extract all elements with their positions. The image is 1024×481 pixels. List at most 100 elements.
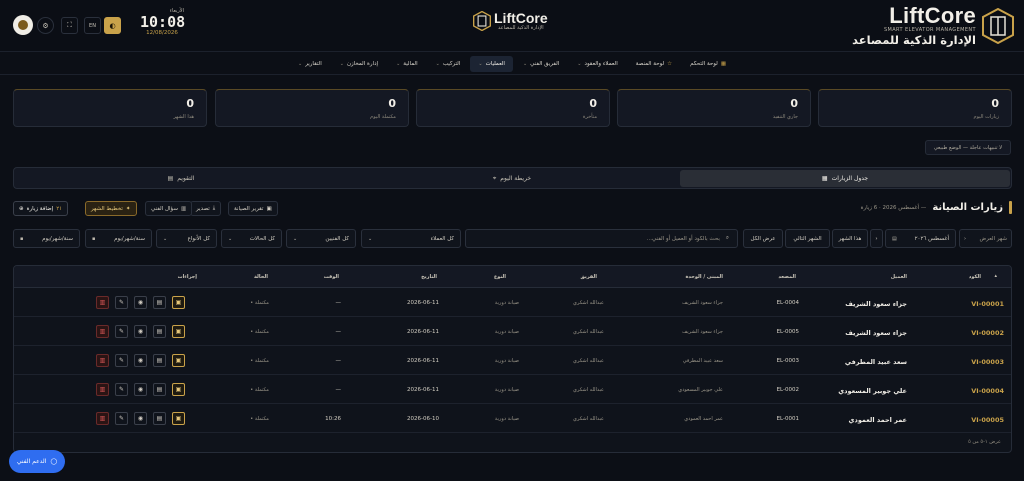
later-month-button[interactable]: الشهر التالي <box>785 229 830 248</box>
calendar-icon: ▤ <box>167 175 174 182</box>
table-row[interactable]: VI-00005 عمر احمد العمودي EL-0001 عمر احمد … <box>14 405 1011 433</box>
tab-calendar[interactable]: ▤ التقويم <box>16 170 346 187</box>
add-visit-button[interactable]: ⊕ إضافة زيارة ٢١ <box>13 201 69 216</box>
sort-icon[interactable]: ▴ <box>994 273 997 279</box>
view-button[interactable]: ◉ <box>134 325 147 338</box>
confirm-button[interactable]: ▣ <box>172 325 185 338</box>
nav-item-6[interactable]: المالية ⌄ <box>388 56 426 72</box>
type-select-value: كل الأنواع <box>187 235 210 242</box>
edit-button[interactable]: ✎ <box>115 383 128 396</box>
chevron-right-icon[interactable]: ‹ <box>964 236 966 242</box>
search-input[interactable]: ⌕ بحث بالكود أو العميل أو الفني... <box>465 229 738 248</box>
status-select[interactable]: كل الحالات ⌄ <box>221 229 282 248</box>
alert-banner: لا تنبيهات عاجلة — الوضع طبيعي <box>924 140 1011 155</box>
tab-visits-table[interactable]: ▦ جدول الزيارات <box>680 170 1010 187</box>
map-pin-icon: ⌖ <box>492 174 497 182</box>
edit-button[interactable]: ✎ <box>115 412 128 425</box>
print-icon: ▤ <box>156 415 163 422</box>
date-from-input[interactable]: سنة/شهر/يوم ▪ <box>85 229 152 248</box>
lang-button[interactable]: EN <box>84 17 101 34</box>
chevron-down-icon: ⌄ <box>435 60 440 67</box>
status-badge: • مكتملة <box>250 416 269 422</box>
row-code[interactable]: VI-00005 <box>971 416 1004 424</box>
this-month-button[interactable]: هذا الشهر <box>832 229 868 248</box>
row-status: مكتملة <box>254 300 269 306</box>
tech-select-value: كل الفنيين <box>325 235 349 242</box>
table-row[interactable]: VI-00004 علي جوبير المسعودي EL-0002 علي جوب… <box>14 376 1011 404</box>
print-button[interactable]: ▤ <box>153 383 166 396</box>
row-elevator: EL-0002 <box>776 387 799 393</box>
report-button[interactable]: تقرير الصيانة ▣ <box>228 201 278 216</box>
row-code[interactable]: VI-00004 <box>971 387 1004 395</box>
avatar[interactable] <box>13 15 33 35</box>
delete-button[interactable]: ▥ <box>96 412 109 425</box>
edit-button[interactable]: ✎ <box>115 296 128 309</box>
row-unit: جزاء سعود الشريف <box>682 300 723 306</box>
confirm-button[interactable]: ▣ <box>172 354 185 367</box>
tech-question-button[interactable]: سؤال الفني ▥ <box>145 201 193 216</box>
nav-item-label: المالية <box>403 60 418 67</box>
view-button[interactable]: ◉ <box>134 296 147 309</box>
col-code[interactable]: الكود <box>969 274 981 280</box>
tech-select[interactable]: كل الفنيين ⌄ <box>286 229 356 248</box>
table-row[interactable]: VI-00003 سعد عبيد المطرفي EL-0003 سعد عبيد … <box>14 347 1011 375</box>
nav-item-0[interactable]: ▦ لوحة التحكم <box>682 56 734 72</box>
row-code[interactable]: VI-00003 <box>971 358 1004 366</box>
chat-icon: ◯ <box>50 458 58 465</box>
theme-toggle-icon[interactable]: ◐ <box>104 17 121 34</box>
delete-button[interactable]: ▥ <box>96 296 109 309</box>
confirm-button[interactable]: ▣ <box>172 412 185 425</box>
nav-item-5[interactable]: التركيب ⌄ <box>428 56 469 72</box>
date-to-input[interactable]: سنة/شهر/يوم ▪ <box>13 229 80 248</box>
nav-item-3[interactable]: الفريق الفني ⌄ <box>515 56 567 72</box>
report-label: تقرير الصيانة <box>234 205 264 212</box>
print-button[interactable]: ▤ <box>153 354 166 367</box>
trash-icon: ▥ <box>99 328 106 335</box>
delete-button[interactable]: ▥ <box>96 383 109 396</box>
nav-item-7[interactable]: إدارة المخازن ⌄ <box>332 56 386 72</box>
view-button[interactable]: ◉ <box>134 412 147 425</box>
confirm-button[interactable]: ▣ <box>172 383 185 396</box>
print-icon: ▤ <box>156 328 163 335</box>
print-button[interactable]: ▤ <box>153 325 166 338</box>
col-type: النوع <box>493 274 506 280</box>
stat-label: مكتملة اليوم <box>370 114 396 120</box>
delete-button[interactable]: ▥ <box>96 354 109 367</box>
confirm-button[interactable]: ▣ <box>172 296 185 309</box>
table-row[interactable]: VI-00002 جزاء سعود الشريف EL-0005 جزاء سعود… <box>14 318 1011 346</box>
row-date: 2026-06-11 <box>407 329 439 335</box>
document-icon: ▣ <box>266 205 272 212</box>
row-status: مكتملة <box>254 416 269 422</box>
type-select[interactable]: كل الأنواع ⌄ <box>156 229 217 248</box>
tab-label: جدول الزيارات <box>831 175 869 182</box>
gear-icon[interactable]: ⚙ <box>37 17 54 34</box>
nav-item-1[interactable]: ☆ لوحة المنصة <box>628 56 680 72</box>
view-button[interactable]: ◉ <box>134 383 147 396</box>
clipboard-icon: ▥ <box>180 205 187 212</box>
month-picker[interactable]: أغسطس ٢٠٢٦ ▤ <box>885 229 956 248</box>
chevron-left-icon: › <box>875 235 878 242</box>
support-button[interactable]: الدعم الفني ◯ <box>9 450 65 473</box>
brand-logo[interactable]: LiftCore SMART ELEVATOR MANAGEMENT الإدا… <box>852 3 1014 49</box>
nav-item-8[interactable]: التقارير ⌄ <box>290 56 330 72</box>
edit-button[interactable]: ✎ <box>115 325 128 338</box>
tab-day-map[interactable]: ⌖ خريطة اليوم <box>347 170 677 187</box>
plan-month-button[interactable]: تخطيط الشهر ✦ <box>85 201 137 216</box>
export-button[interactable]: تصدير ⤓ <box>190 201 222 216</box>
next-month-button[interactable]: › <box>870 229 883 248</box>
print-button[interactable]: ▤ <box>153 412 166 425</box>
edit-button[interactable]: ✎ <box>115 354 128 367</box>
fullscreen-icon[interactable]: ⛶ <box>61 17 78 34</box>
view-button[interactable]: ◉ <box>134 354 147 367</box>
client-select[interactable]: كل العملاء ⌄ <box>361 229 461 248</box>
nav-item-4[interactable]: العمليات ⌄ <box>470 55 513 72</box>
delete-button[interactable]: ▥ <box>96 325 109 338</box>
table-row[interactable]: VI-00001 جزاء سعود الشريف EL-0004 جزاء سعود… <box>14 289 1011 317</box>
stat-card: 0 هذا الشهر <box>13 89 207 127</box>
nav-item-2[interactable]: العملاء والعقود ⌄ <box>569 56 625 72</box>
show-all-button[interactable]: عرض الكل <box>743 229 783 248</box>
print-button[interactable]: ▤ <box>153 296 166 309</box>
row-status: مكتملة <box>254 329 269 335</box>
row-code[interactable]: VI-00001 <box>971 300 1004 308</box>
row-code[interactable]: VI-00002 <box>971 329 1004 337</box>
